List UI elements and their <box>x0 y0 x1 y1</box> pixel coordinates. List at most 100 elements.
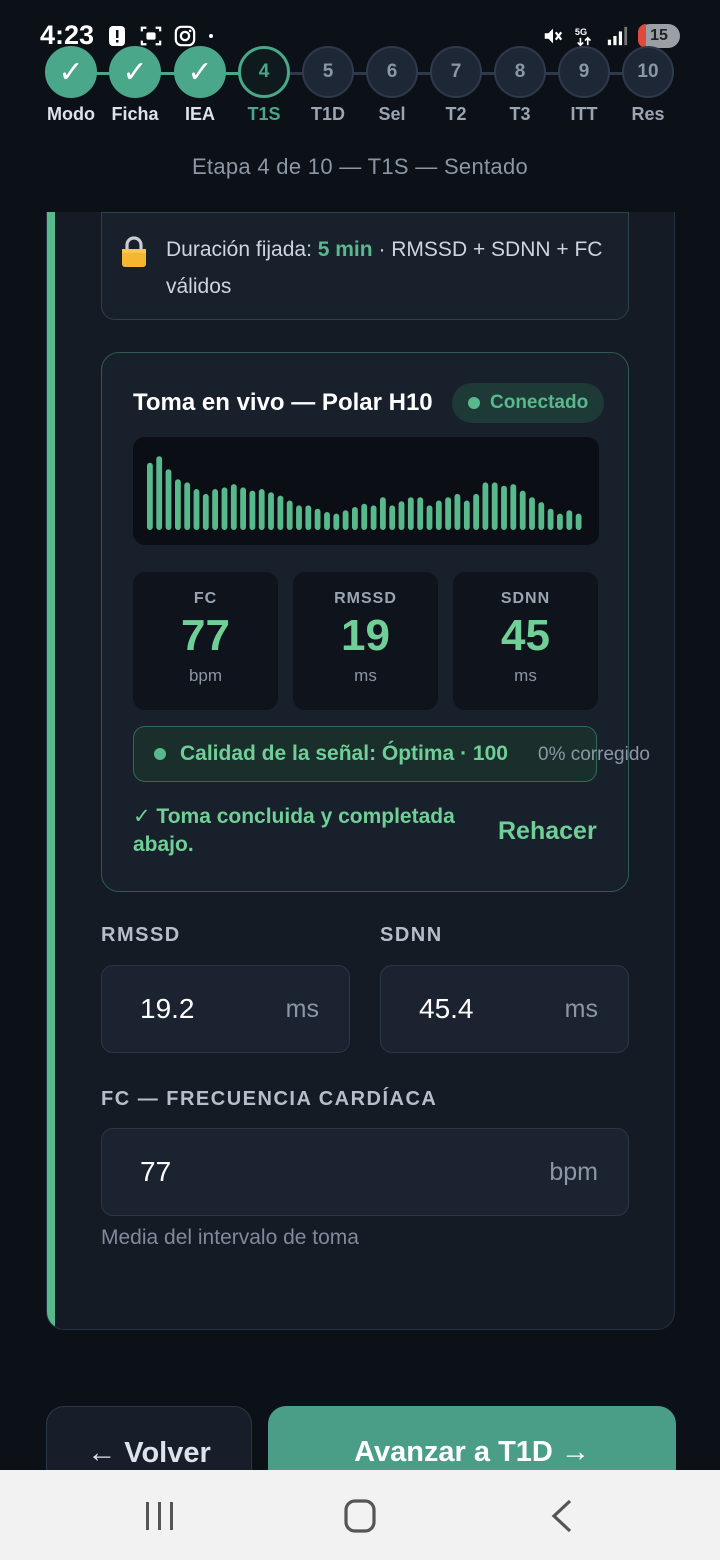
waveform-bar <box>165 469 172 530</box>
progress-stepper: ✓ Modo ✓ Ficha ✓ IEA 4 T1S 5 T1D 6 Sel 7 T2 8 T3 9 ITT 10 R… <box>0 44 720 214</box>
step-t1s[interactable]: 4 T1S <box>236 44 292 125</box>
recent-apps-icon[interactable] <box>140 1498 180 1534</box>
step-label: IEA <box>184 104 215 124</box>
rmssd-value: 19.2 <box>140 993 195 1024</box>
lock-prefix: Duración fijada: <box>166 238 318 261</box>
waveform-bar <box>407 497 414 530</box>
step-number: 5 <box>302 46 354 98</box>
connected-dot-icon <box>468 397 480 409</box>
hrv-waveform <box>133 437 599 545</box>
svg-text:5G: 5G <box>575 27 587 37</box>
lock-icon <box>122 236 146 267</box>
fc-value: 77 <box>140 1156 172 1187</box>
live-reading-card: Toma en vivo — Polar H10 Conectado FC 77… <box>101 352 650 892</box>
waveform-bar <box>454 493 461 530</box>
waveform-bar <box>305 505 312 530</box>
metric-rmssd: RMSSD 19 ms <box>293 572 438 710</box>
waveform-bar <box>566 510 573 530</box>
sdnn-value: 45.4 <box>419 993 474 1024</box>
waveform-bar <box>435 500 442 530</box>
step-label: Sel <box>378 104 406 124</box>
waveform-bar <box>473 493 479 530</box>
system-nav-bar <box>0 1470 720 1560</box>
waveform-bar <box>463 500 470 530</box>
rmssd-unit: ms <box>285 995 319 1023</box>
step-number: 9 <box>558 46 610 98</box>
step-label: Modo <box>47 104 95 124</box>
waveform-bar <box>426 505 433 530</box>
step-res[interactable]: 10 Res <box>620 44 676 125</box>
waveform-bar <box>193 489 200 530</box>
waveform-bar <box>175 479 181 530</box>
step-label: T3 <box>509 104 531 124</box>
waveform-bar <box>529 497 535 530</box>
redo-button[interactable]: Rehacer <box>498 817 597 846</box>
step-label: Ficha <box>111 104 159 124</box>
waveform-bar <box>249 490 256 530</box>
waveform-bar <box>184 482 191 530</box>
step-number: 4 <box>238 46 290 98</box>
waveform-bar <box>156 456 163 530</box>
step-number: 6 <box>366 46 418 98</box>
waveform-bar <box>342 510 349 530</box>
step-modo[interactable]: ✓ Modo <box>43 44 99 125</box>
metric-sdnn: SDNN 45 ms <box>453 572 598 710</box>
metric-value: 77 <box>181 611 230 660</box>
waveform-bar <box>333 513 340 530</box>
fc-hint: Media del intervalo de toma <box>101 1226 359 1249</box>
waveform-bar <box>519 490 526 530</box>
waveform-bar <box>230 484 237 530</box>
fc-field[interactable]: 77 bpm <box>101 1128 629 1216</box>
waveform-bar <box>258 489 265 530</box>
waveform-bar <box>417 497 424 530</box>
waveform-bar <box>538 502 545 530</box>
waveform-bar <box>277 495 284 530</box>
step-t3[interactable]: 8 T3 <box>492 44 548 125</box>
back-nav-icon[interactable] <box>544 1498 584 1534</box>
step-label: T1S <box>247 104 281 124</box>
waveform-bar <box>202 493 209 530</box>
live-title: Toma en vivo — Polar H10 <box>133 389 433 416</box>
step-t1d[interactable]: 5 T1D <box>300 44 356 125</box>
sdnn-field[interactable]: 45.4 ms <box>380 965 629 1053</box>
waveform-bar <box>314 508 321 530</box>
waveform-bar <box>482 482 489 530</box>
card-accent-bar <box>47 212 55 1329</box>
metric-name: SDNN <box>500 590 551 607</box>
step-number: 10 <box>622 46 674 98</box>
sdnn-unit: ms <box>564 995 598 1023</box>
check-icon: ✓ <box>45 46 97 98</box>
quality-correction: 0% corregido <box>538 744 650 765</box>
step-t2[interactable]: 7 T2 <box>428 44 484 125</box>
signal-quality-bar: Calidad de la señal: Óptima · 100 0% cor… <box>133 726 650 782</box>
step-itt[interactable]: 9 ITT <box>556 44 612 125</box>
step-iea[interactable]: ✓ IEA <box>172 44 228 125</box>
waveform-bar <box>380 497 386 530</box>
lock-duration: 5 min <box>317 238 373 261</box>
metric-name: FC <box>193 590 218 607</box>
rmssd-label: RMSSD <box>101 924 181 946</box>
waveform-bar <box>501 485 507 530</box>
metric-value: 19 <box>341 611 390 660</box>
step-label: T2 <box>445 104 467 124</box>
rmssd-field[interactable]: 19.2 ms <box>101 965 350 1053</box>
waveform-bar <box>398 501 405 530</box>
waveform-bar <box>370 505 377 530</box>
step-label: Res <box>631 104 665 124</box>
metric-fc: FC 77 bpm <box>133 572 278 710</box>
waveform-bar <box>491 482 498 530</box>
step-sel[interactable]: 6 Sel <box>364 44 420 125</box>
check-icon: ✓ <box>174 46 226 98</box>
step-number: 7 <box>430 46 482 98</box>
waveform-bar <box>212 489 218 530</box>
step-number: 8 <box>494 46 546 98</box>
step-label: ITT <box>570 104 598 124</box>
home-icon[interactable] <box>340 1498 380 1534</box>
fc-unit: bpm <box>549 1158 598 1186</box>
connection-status: Conectado <box>490 392 589 413</box>
sdnn-label: SDNN <box>380 924 443 946</box>
waveform-bar <box>240 487 246 530</box>
waveform-bar <box>324 512 330 530</box>
step-ficha[interactable]: ✓ Ficha <box>107 44 163 125</box>
metric-unit: bpm <box>188 666 223 685</box>
